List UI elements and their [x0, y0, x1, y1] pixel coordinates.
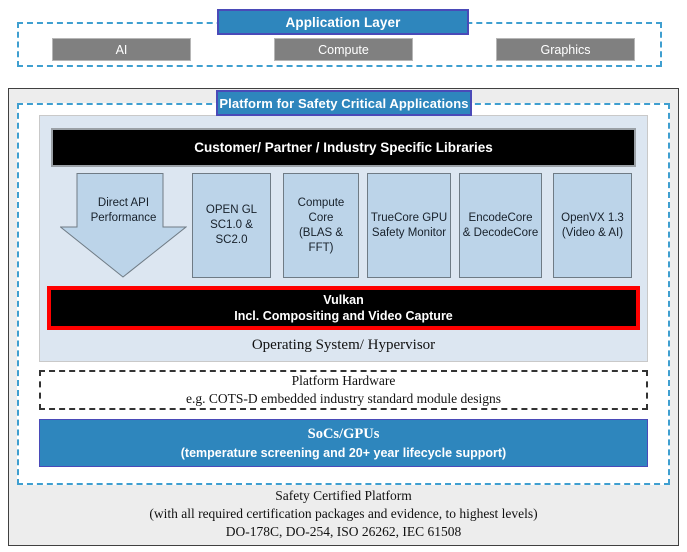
platform-hardware-box[interactable]: Platform Hardware e.g. COTS-D embedded i…	[39, 370, 648, 410]
module-opengl-line1: OPEN GL	[205, 204, 258, 216]
module-encode-line1: EncodeCore	[468, 211, 533, 224]
socs-gpus-box[interactable]: SoCs/GPUs (temperature screening and 20+…	[39, 419, 648, 467]
down-arrow-icon	[60, 173, 187, 278]
platform-hardware-subtitle: e.g. COTS-D embedded industry standard m…	[186, 391, 501, 406]
module-openvx-line2: (Video & AI)	[561, 226, 624, 239]
vulkan-title: Vulkan	[323, 293, 364, 307]
socs-gpus-subtitle: (temperature screening and 20+ year life…	[180, 445, 507, 460]
application-box-graphics[interactable]: Graphics	[496, 38, 635, 61]
vulkan-subtitle: Incl. Compositing and Video Capture	[234, 309, 453, 323]
module-truecore-line2: Safety Monitor	[371, 226, 447, 239]
module-truecore-line1: TrueCore GPU	[370, 211, 448, 224]
socs-gpus-title: SoCs/GPUs	[307, 425, 380, 442]
module-encode-line2: & DecodeCore	[462, 226, 539, 239]
application-layer-title: Application Layer	[217, 9, 469, 35]
module-box-openvx[interactable]: OpenVX 1.3 (Video & AI)	[553, 173, 632, 278]
vulkan-bar[interactable]: Vulkan Incl. Compositing and Video Captu…	[47, 286, 640, 330]
module-opengl-line2: SC1.0 & SC2.0	[210, 219, 253, 246]
safety-certified-line2: (with all required certification package…	[149, 506, 538, 521]
module-box-compute-core[interactable]: Compute Core (BLAS & FFT)	[283, 173, 359, 278]
operating-system-hypervisor-label: Operating System/ Hypervisor	[251, 337, 436, 353]
application-box-ai[interactable]: AI	[52, 38, 191, 61]
safety-certified-line3: DO-178C, DO-254, ISO 26262, IEC 61508	[225, 524, 462, 539]
module-box-opengl[interactable]: OPEN GL SC1.0 & SC2.0	[192, 173, 271, 278]
platform-hardware-title: Platform Hardware	[291, 373, 396, 388]
module-openvx-line1: OpenVX 1.3	[561, 211, 624, 224]
application-box-compute[interactable]: Compute	[274, 38, 413, 61]
diagram-canvas: AI Compute Graphics Application Layer Cu…	[0, 0, 687, 552]
module-compute-line1: Compute	[297, 196, 345, 209]
module-compute-line3: (BLAS & FFT)	[298, 226, 344, 254]
module-compute-line2: Core	[308, 211, 334, 224]
platform-title: Platform for Safety Critical Application…	[216, 90, 472, 116]
module-box-truecore-gpu-safety-monitor[interactable]: TrueCore GPU Safety Monitor	[367, 173, 451, 278]
safety-certified-caption: Safety Certified Platform (with all requ…	[18, 487, 669, 541]
customer-partner-libraries-bar[interactable]: Customer/ Partner / Industry Specific Li…	[51, 128, 636, 167]
direct-api-performance-arrow[interactable]	[60, 173, 187, 278]
safety-certified-line1: Safety Certified Platform	[275, 488, 412, 503]
module-box-encodecore-decodecore[interactable]: EncodeCore & DecodeCore	[459, 173, 542, 278]
